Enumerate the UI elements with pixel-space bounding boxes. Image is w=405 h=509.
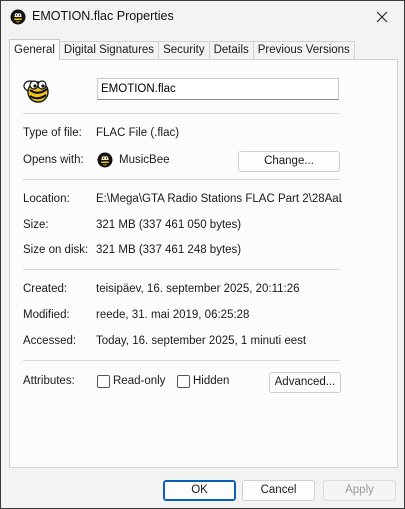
- close-icon: [376, 11, 388, 23]
- cancel-button[interactable]: Cancel: [242, 480, 315, 501]
- attributes-label: Attributes:: [23, 375, 75, 387]
- file-name-input[interactable]: [97, 78, 339, 100]
- location-label: Location:: [23, 193, 70, 205]
- window-title: EMOTION.flac Properties: [32, 9, 174, 23]
- size-on-disk-label: Size on disk:: [23, 244, 89, 256]
- musicbee-bee-icon: [97, 152, 113, 168]
- created-label: Created:: [23, 283, 68, 295]
- close-button[interactable]: [360, 1, 404, 33]
- type-label: Type of file:: [23, 127, 82, 139]
- size-on-disk-value: 321 MB (337 461 248 bytes): [96, 244, 242, 256]
- type-value: FLAC File (.flac): [96, 127, 180, 139]
- separator: [23, 179, 340, 180]
- title-bar[interactable]: EMOTION.flac Properties: [1, 1, 404, 33]
- general-panel: Type of file: FLAC File (.flac) Opens wi…: [9, 59, 398, 468]
- created-value: teisipäev, 16. september 2025, 20:11:26: [96, 283, 300, 295]
- modified-label: Modified:: [23, 309, 70, 321]
- properties-dialog: EMOTION.flac Properties General Digital …: [0, 0, 405, 509]
- opens-with-label: Opens with:: [23, 154, 84, 166]
- musicbee-bee-icon: [23, 80, 49, 103]
- tab-strip: General Digital Signatures Security Deta…: [9, 39, 355, 60]
- music-file-icon: [10, 9, 26, 25]
- tab-security[interactable]: Security: [158, 41, 210, 59]
- tab-previous-versions[interactable]: Previous Versions: [252, 41, 355, 59]
- read-only-checkbox-box[interactable]: [97, 375, 110, 388]
- tab-details[interactable]: Details: [208, 41, 254, 59]
- size-value: 321 MB (337 461 050 bytes): [96, 219, 242, 231]
- hidden-label[interactable]: Hidden: [193, 375, 229, 387]
- change-button[interactable]: Change...: [238, 151, 340, 172]
- ok-button[interactable]: OK: [163, 480, 236, 501]
- separator: [23, 360, 340, 361]
- accessed-label: Accessed:: [23, 335, 77, 347]
- tab-digital-signatures[interactable]: Digital Signatures: [58, 41, 160, 59]
- opens-with-app: MusicBee: [119, 154, 170, 166]
- hidden-checkbox-box[interactable]: [177, 375, 190, 388]
- location-value[interactable]: E:\Mega\GTA Radio Stations FLAC Part 2\2…: [96, 193, 342, 205]
- accessed-value: Today, 16. september 2025, 1 minuti eest: [96, 335, 307, 347]
- size-label: Size:: [23, 219, 49, 231]
- read-only-label[interactable]: Read-only: [113, 375, 165, 387]
- separator: [23, 113, 340, 114]
- apply-button: Apply: [323, 480, 396, 501]
- advanced-button[interactable]: Advanced...: [269, 372, 341, 393]
- separator: [23, 269, 340, 270]
- modified-value: reede, 31. mai 2019, 06:25:28: [96, 309, 250, 321]
- tab-general[interactable]: General: [9, 39, 60, 60]
